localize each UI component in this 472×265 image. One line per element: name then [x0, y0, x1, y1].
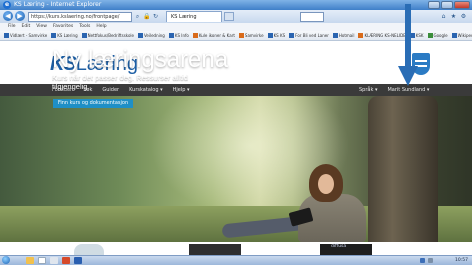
favorite-site-icon [451, 33, 457, 38]
favorite-site-icon [81, 33, 87, 38]
favorite-item[interactable]: For Bli ved Laner [289, 33, 329, 38]
url-field[interactable]: https://kurs.kslaering.no/frontpage/ [28, 12, 132, 22]
window-title: KS Læring - Internet Explorer [14, 1, 102, 8]
content-thumbnail-1[interactable] [74, 244, 104, 255]
favorite-site-icon [238, 33, 244, 38]
favorite-site-icon [332, 33, 338, 38]
favorite-site-icon [51, 33, 57, 38]
favorite-label: Wikipedia [457, 33, 472, 38]
favorite-item[interactable]: Wikipedia [451, 33, 472, 38]
content-thumbnail-2[interactable] [189, 244, 241, 255]
chrome-taskbar-icon[interactable] [50, 257, 58, 264]
favorite-item[interactable]: KS KS [267, 33, 286, 38]
gear-icon[interactable]: ⚙ [460, 13, 467, 20]
refresh-icon[interactable]: ↻ [152, 13, 159, 20]
favorite-item[interactable]: Vidlært - Samvirke [4, 33, 47, 38]
favorite-label: Google [433, 33, 448, 38]
favorite-site-icon [4, 33, 9, 38]
folder-icon[interactable] [26, 257, 34, 264]
favorite-site-icon [168, 33, 174, 38]
favorite-item[interactable]: Kule ikoner & Kart [192, 33, 235, 38]
favorite-site-icon [358, 33, 364, 38]
favorite-site-icon [289, 33, 295, 38]
favorite-item[interactable]: Samvirke [238, 33, 264, 38]
windows-taskbar: 10:57 [0, 255, 472, 265]
favorites-star-icon[interactable]: ★ [450, 13, 457, 20]
powerpoint-taskbar-icon[interactable] [62, 257, 70, 264]
nav-right-group: Språk ▾ Marit Sundland ▾ [359, 84, 429, 96]
favorite-item[interactable]: Veiledning [137, 33, 165, 38]
explorer-taskbar-icon[interactable] [38, 257, 46, 264]
menu-item-edit[interactable]: Edit [22, 23, 31, 31]
favorite-label: Samvirke [244, 33, 264, 38]
network-tray-icon[interactable] [420, 258, 425, 263]
favorite-item[interactable]: KS Info [168, 33, 189, 38]
favorite-site-icon [427, 33, 433, 38]
start-button[interactable] [2, 256, 10, 264]
annotation-arrow-icon [398, 4, 418, 86]
favorite-label: Veiledning [143, 33, 165, 38]
content-thumbnail-label: diffusa [331, 244, 347, 249]
favorite-label: KS Info [174, 33, 189, 38]
favorite-site-icon [192, 33, 198, 38]
favorite-item[interactable]: KS Læring [51, 33, 78, 38]
favorite-label: For Bli ved Laner [295, 33, 329, 38]
back-arrow-icon[interactable]: ◀ [3, 11, 13, 21]
menu-item-view[interactable]: View [36, 23, 47, 31]
favorite-label: Kule ikoner & Kart [198, 33, 235, 38]
menu-item-favorites[interactable]: Favorites [53, 23, 73, 31]
internet-explorer-icon: e [3, 1, 11, 9]
favorite-item[interactable]: Hotmail [332, 33, 355, 38]
favorite-site-icon [137, 33, 143, 38]
search-icon[interactable]: ⌕ [134, 13, 141, 20]
favorite-site-icon [267, 33, 273, 38]
menu-item-tools[interactable]: Tools [79, 23, 90, 31]
tab-current[interactable]: KS Læring [166, 11, 222, 22]
close-button[interactable] [454, 1, 470, 9]
window-controls [428, 1, 470, 9]
maximize-button[interactable] [441, 1, 453, 9]
hero-subtitle: Kurs når det passer deg. Ressurser allti… [52, 73, 188, 91]
new-tab-button[interactable] [224, 12, 234, 21]
favorite-label: Vidlært - Samvirke [10, 33, 48, 38]
favorite-item[interactable]: Google [427, 33, 448, 38]
hero-title: Ny læringsarena [52, 46, 229, 73]
forward-arrow-icon[interactable]: ▶ [15, 11, 25, 21]
find-courses-button[interactable]: Finn kurs og dokumentasjon [53, 99, 133, 108]
content-strip [0, 242, 472, 255]
browser-search-input[interactable] [300, 12, 324, 22]
home-icon[interactable]: ⌂ [440, 13, 447, 20]
favorite-label: KS KS [273, 33, 286, 38]
hero-person-face [318, 174, 334, 194]
hero-banner [0, 96, 472, 242]
screen: e KS Læring - Internet Explorer ◀ ▶ http… [0, 0, 472, 265]
minimize-button[interactable] [428, 1, 440, 9]
favorite-label: Nettfokus/Bedriftsskole [87, 33, 134, 38]
favorite-label: KS Læring [57, 33, 78, 38]
menu-item-file[interactable]: File [8, 23, 16, 31]
menu-item-help[interactable]: Help [96, 23, 106, 31]
favorite-label: Hotmail [338, 33, 355, 38]
favorite-item[interactable]: Nettfokus/Bedriftsskole [81, 33, 134, 38]
volume-tray-icon[interactable] [428, 258, 433, 263]
taskbar-clock[interactable]: 10:57 [455, 256, 468, 265]
word-taskbar-icon[interactable] [74, 257, 82, 264]
hero-tree-trunk [368, 96, 438, 242]
lock-icon[interactable]: 🔒 [143, 13, 150, 20]
language-menu[interactable]: Språk ▾ [359, 84, 377, 96]
